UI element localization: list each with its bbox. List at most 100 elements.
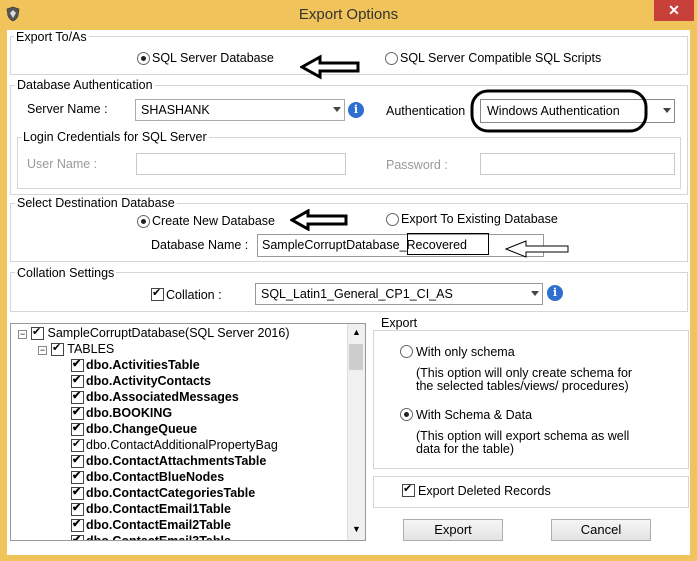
chevron-down-icon xyxy=(663,108,671,113)
export-existing-label[interactable]: Export To Existing Database xyxy=(401,212,558,226)
schema-data-desc-2: data for the table) xyxy=(416,442,514,456)
table-label: dbo.BOOKING xyxy=(86,406,173,420)
annotation-arrow-icon xyxy=(300,54,360,80)
tree-table-item[interactable]: dbo.ContactBlueNodes xyxy=(71,469,225,486)
schema-data-radio[interactable] xyxy=(400,408,413,421)
tree-root-label: SampleCorruptDatabase(SQL Server 2016) xyxy=(47,326,290,340)
cancel-button[interactable]: Cancel xyxy=(551,519,651,541)
export-panel-legend: Export xyxy=(379,316,420,330)
deleted-records-label[interactable]: Export Deleted Records xyxy=(418,484,551,498)
tables-checkbox[interactable] xyxy=(51,341,64,357)
annotation-circle xyxy=(470,89,648,133)
destination-legend: Select Destination Database xyxy=(15,196,177,210)
collation-label: Collation : xyxy=(166,288,222,302)
tree-scrollbar[interactable]: ▲ ▼ xyxy=(347,324,365,540)
schema-only-desc-2: the selected tables/views/ procedures) xyxy=(416,379,629,393)
schema-data-desc-1: (This option will export schema as well xyxy=(416,429,630,443)
tree-table-item[interactable]: dbo.ContactEmail1Table xyxy=(71,501,231,518)
close-icon[interactable]: ✕ xyxy=(654,0,694,21)
table-checkbox[interactable] xyxy=(71,501,84,517)
table-checkbox[interactable] xyxy=(71,373,84,389)
table-label: dbo.ActivityContacts xyxy=(86,374,212,388)
server-info-icon[interactable]: i xyxy=(348,102,364,118)
database-name-input[interactable]: SampleCorruptDatabase_Recovered xyxy=(257,234,544,257)
sql-scripts-label[interactable]: SQL Server Compatible SQL Scripts xyxy=(400,51,601,65)
password-input[interactable] xyxy=(480,153,675,175)
server-name-label: Server Name : xyxy=(27,102,108,116)
table-label: dbo.ContactBlueNodes xyxy=(86,470,225,484)
table-label: dbo.ContactCategoriesTable xyxy=(86,486,256,500)
tree-table-item[interactable]: dbo.ContactAdditionalPropertyBag xyxy=(71,437,278,454)
table-checkbox[interactable] xyxy=(71,469,84,485)
table-label: dbo.ContactEmail2Table xyxy=(86,518,231,532)
collapse-icon[interactable]: − xyxy=(38,346,47,355)
tree-table-item[interactable]: dbo.ContactEmail3Table xyxy=(71,533,231,541)
collapse-icon[interactable]: − xyxy=(18,330,27,339)
export-button[interactable]: Export xyxy=(403,519,503,541)
scroll-thumb[interactable] xyxy=(349,344,363,370)
object-tree[interactable]: − SampleCorruptDatabase(SQL Server 2016)… xyxy=(10,323,366,541)
create-new-database-label[interactable]: Create New Database xyxy=(152,214,275,228)
table-checkbox[interactable] xyxy=(71,517,84,533)
tree-table-item[interactable]: dbo.ActivityContacts xyxy=(71,373,212,390)
table-label: dbo.AssociatedMessages xyxy=(86,390,239,404)
deleted-records-checkbox[interactable] xyxy=(402,482,415,497)
collation-info-icon[interactable]: i xyxy=(547,285,563,301)
table-checkbox[interactable] xyxy=(71,485,84,501)
table-label: dbo.ChangeQueue xyxy=(86,422,198,436)
schema-only-label[interactable]: With only schema xyxy=(416,345,515,359)
chevron-down-icon xyxy=(333,107,341,112)
table-checkbox[interactable] xyxy=(71,437,84,453)
tree-table-item[interactable]: dbo.ActivitiesTable xyxy=(71,357,200,374)
login-legend: Login Credentials for SQL Server xyxy=(21,130,209,144)
database-name-label: Database Name : xyxy=(151,238,249,252)
tree-table-item[interactable]: dbo.ContactCategoriesTable xyxy=(71,485,256,502)
user-name-input[interactable] xyxy=(136,153,346,175)
table-label: dbo.ContactEmail3Table xyxy=(86,534,231,541)
table-checkbox[interactable] xyxy=(71,405,84,421)
db-auth-legend: Database Authentication xyxy=(15,78,155,92)
export-options-window: Export Options ✕ Export To/As SQL Server… xyxy=(0,0,697,561)
tables-label: TABLES xyxy=(67,342,115,356)
table-label: dbo.ContactAdditionalPropertyBag xyxy=(86,438,278,452)
table-label: dbo.ContactEmail1Table xyxy=(86,502,231,516)
schema-only-radio[interactable] xyxy=(400,345,413,358)
scroll-down-icon[interactable]: ▼ xyxy=(352,524,361,534)
table-checkbox[interactable] xyxy=(71,453,84,469)
collation-select[interactable]: SQL_Latin1_General_CP1_CI_AS xyxy=(255,283,543,305)
create-new-database-radio[interactable] xyxy=(137,215,150,228)
table-checkbox[interactable] xyxy=(71,357,84,373)
table-label: dbo.ActivitiesTable xyxy=(86,358,200,372)
dialog-body: Export To/As SQL Server Database SQL Ser… xyxy=(7,30,690,555)
collation-checkbox[interactable] xyxy=(151,286,164,301)
export-existing-radio[interactable] xyxy=(386,213,399,226)
tree-table-item[interactable]: dbo.AssociatedMessages xyxy=(71,389,239,406)
schema-data-label[interactable]: With Schema & Data xyxy=(416,408,532,422)
chevron-down-icon xyxy=(531,291,539,296)
table-checkbox[interactable] xyxy=(71,533,84,540)
tree-tables-node[interactable]: TABLES xyxy=(51,341,115,358)
tree-table-item[interactable]: dbo.ContactAttachmentsTable xyxy=(71,453,266,470)
annotation-box xyxy=(407,233,489,255)
scroll-up-icon[interactable]: ▲ xyxy=(352,327,361,337)
sql-scripts-radio[interactable] xyxy=(385,52,398,65)
authentication-label: Authentication xyxy=(386,104,466,118)
annotation-arrow-icon xyxy=(504,240,569,258)
window-title: Export Options xyxy=(298,6,399,23)
export-to-legend: Export To/As xyxy=(14,30,89,44)
server-name-select[interactable]: SHASHANK xyxy=(135,99,345,121)
collation-legend: Collation Settings xyxy=(15,266,117,280)
table-checkbox[interactable] xyxy=(71,421,84,437)
root-checkbox[interactable] xyxy=(31,325,44,341)
table-checkbox[interactable] xyxy=(71,389,84,405)
sql-server-database-radio[interactable] xyxy=(137,52,150,65)
tree-root[interactable]: SampleCorruptDatabase(SQL Server 2016) xyxy=(31,325,290,342)
tree-table-item[interactable]: dbo.ChangeQueue xyxy=(71,421,198,438)
server-name-value: SHASHANK xyxy=(141,103,210,117)
tree-table-item[interactable]: dbo.BOOKING xyxy=(71,405,173,422)
tree-table-item[interactable]: dbo.ContactEmail2Table xyxy=(71,517,231,534)
title-bar[interactable]: Export Options ✕ xyxy=(0,0,697,30)
password-label: Password : xyxy=(386,158,448,172)
schema-only-desc-1: (This option will only create schema for xyxy=(416,366,633,380)
sql-server-database-label[interactable]: SQL Server Database xyxy=(152,51,274,65)
